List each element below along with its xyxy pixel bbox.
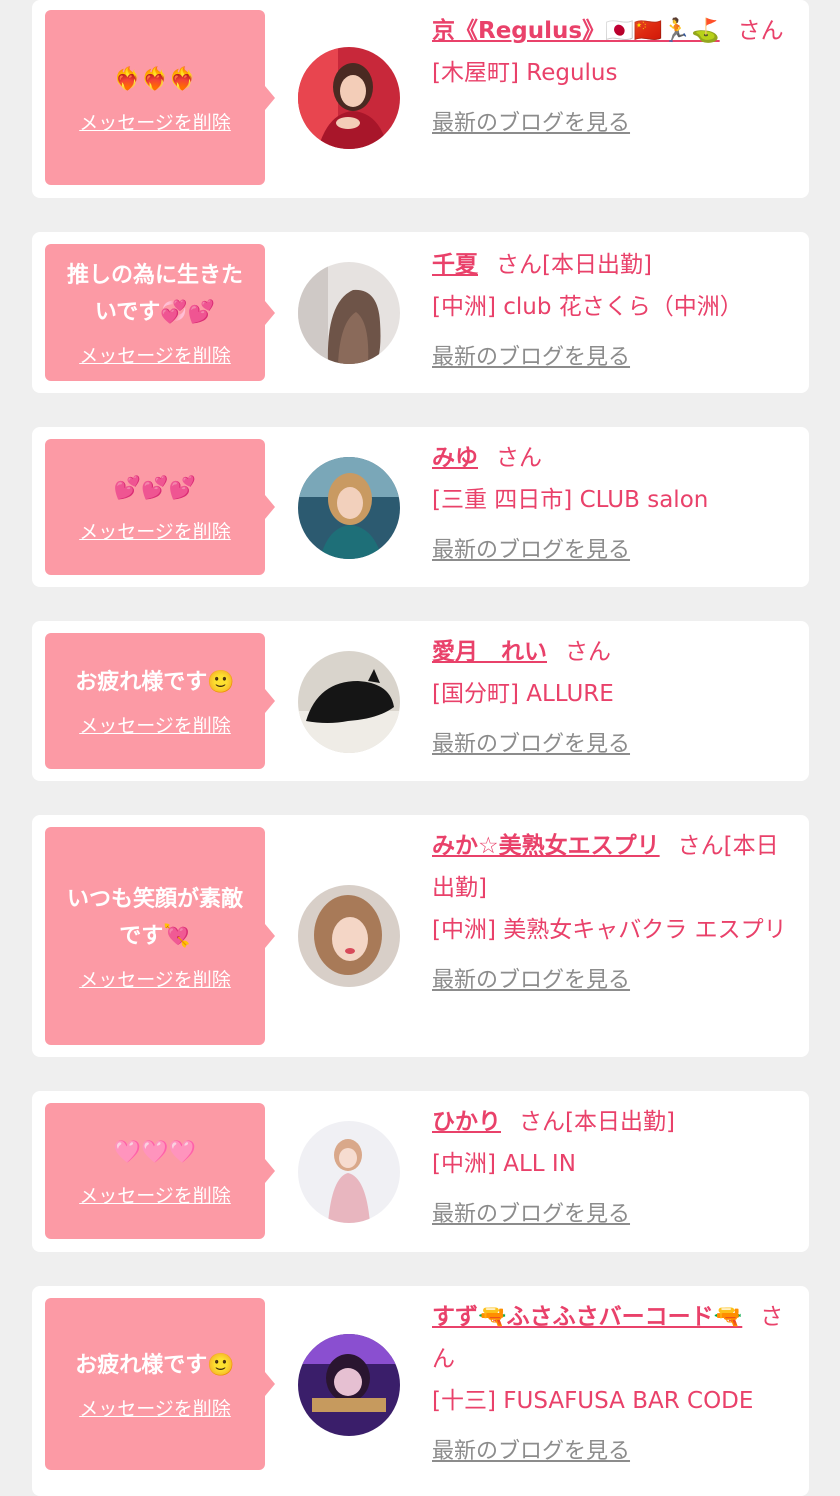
cast-name-link[interactable]: みゆ bbox=[432, 445, 478, 471]
delete-message-link[interactable]: メッセージを削除 bbox=[79, 711, 231, 738]
favorite-card: 推しの為に生きたいです💞💕 メッセージを削除 千夏 さん[本日出勤] [中洲] c… bbox=[32, 232, 809, 393]
shop-label: [中洲] ALL IN bbox=[432, 1151, 576, 1177]
favorite-card: ❤️‍🔥❤️‍🔥❤️‍🔥 メッセージを削除 京《Regulus》🇯🇵🇨🇳🏃⛳ さん… bbox=[32, 0, 809, 198]
entry-info: ひかり さん[本日出勤] [中洲] ALL IN 最新のブログを見る bbox=[432, 1101, 798, 1233]
view-blog-link[interactable]: 最新のブログを見る bbox=[432, 1197, 630, 1233]
cast-name-link[interactable]: みか☆美熟女エスプリ bbox=[432, 833, 660, 859]
message-text: いつも笑顔が素敵です💘 bbox=[66, 886, 243, 949]
view-blog-link[interactable]: 最新のブログを見る bbox=[432, 533, 630, 569]
woman-back-hair-photo-icon bbox=[298, 262, 400, 364]
avatar[interactable] bbox=[298, 262, 400, 364]
delete-message-link[interactable]: メッセージを削除 bbox=[79, 1394, 231, 1421]
cast-name-link[interactable]: 京《Regulus》🇯🇵🇨🇳🏃⛳ bbox=[432, 18, 720, 44]
avatar[interactable] bbox=[298, 1334, 400, 1436]
name-suffix: さん bbox=[496, 445, 542, 471]
woman-purple-light-photo-icon bbox=[298, 1334, 400, 1436]
view-blog-link[interactable]: 最新のブログを見る bbox=[432, 106, 630, 142]
delete-message-link[interactable]: メッセージを削除 bbox=[79, 341, 231, 368]
cast-name-link[interactable]: 愛月 れい bbox=[432, 639, 547, 665]
shop-label: [木屋町] Regulus bbox=[432, 60, 618, 86]
entry-info: 愛月 れい さん [国分町] ALLURE 最新のブログを見る bbox=[432, 631, 798, 763]
message-bubble: 💕💕💕 メッセージを削除 bbox=[45, 439, 275, 575]
name-suffix: さん bbox=[565, 639, 611, 665]
delete-message-link[interactable]: メッセージを削除 bbox=[79, 108, 231, 135]
avatar[interactable] bbox=[298, 885, 400, 987]
name-suffix: さん bbox=[737, 18, 784, 44]
woman-pink-dress-photo-icon bbox=[298, 1121, 400, 1223]
favorite-card: いつも笑顔が素敵です💘 メッセージを削除 みか☆美熟女エスプリ さん[本日出勤] … bbox=[32, 815, 809, 1057]
entry-info: 千夏 さん[本日出勤] [中洲] club 花さくら（中洲） 最新のブログを見る bbox=[432, 244, 798, 376]
message-bubble: いつも笑顔が素敵です💘 メッセージを削除 bbox=[45, 827, 275, 1045]
favorite-card: 🩷🩷🩷 メッセージを削除 ひかり さん[本日出勤] [中洲] ALL IN 最新の… bbox=[32, 1091, 809, 1252]
cast-name-link[interactable]: ひかり bbox=[432, 1109, 501, 1135]
name-suffix: さん[本日出勤] bbox=[496, 252, 652, 278]
message-bubble: お疲れ様です🙂 メッセージを削除 bbox=[45, 1298, 275, 1470]
woman-selfie-photo-icon bbox=[298, 885, 400, 987]
message-bubble: 🩷🩷🩷 メッセージを削除 bbox=[45, 1103, 275, 1239]
avatar[interactable] bbox=[298, 457, 400, 559]
shop-label: [中洲] club 花さくら（中洲） bbox=[432, 294, 743, 320]
shop-label: [十三] FUSAFUSA BAR CODE bbox=[432, 1388, 754, 1414]
avatar[interactable] bbox=[298, 1121, 400, 1223]
delete-message-link[interactable]: メッセージを削除 bbox=[79, 517, 231, 544]
message-bubble: お疲れ様です🙂 メッセージを削除 bbox=[45, 633, 275, 769]
name-suffix: さん[本日出勤] bbox=[519, 1109, 675, 1135]
message-text: 🩷🩷🩷 bbox=[113, 1140, 197, 1165]
view-blog-link[interactable]: 最新のブログを見る bbox=[432, 1434, 630, 1470]
black-cat-photo-icon bbox=[298, 651, 400, 753]
message-text: お疲れ様です🙂 bbox=[75, 1353, 235, 1378]
shop-label: [中洲] 美熟女キャバクラ エスプリ bbox=[432, 917, 787, 943]
message-text: お疲れ様です🙂 bbox=[75, 670, 235, 695]
view-blog-link[interactable]: 最新のブログを見る bbox=[432, 727, 630, 763]
message-text: 推しの為に生きたいです💞💕 bbox=[66, 263, 243, 325]
delete-message-link[interactable]: メッセージを削除 bbox=[79, 965, 231, 992]
favorite-card: 💕💕💕 メッセージを削除 みゆ さん [三重 四日市] CLUB salon 最新… bbox=[32, 427, 809, 587]
avatar[interactable] bbox=[298, 47, 400, 149]
favorite-card: お疲れ様です🙂 メッセージを削除 すず🔫ふさふさバーコード🔫 さん [十三] FU… bbox=[32, 1286, 809, 1496]
view-blog-link[interactable]: 最新のブログを見る bbox=[432, 963, 630, 999]
message-text: ❤️‍🔥❤️‍🔥❤️‍🔥 bbox=[113, 66, 197, 92]
message-bubble: 推しの為に生きたいです💞💕 メッセージを削除 bbox=[45, 244, 275, 381]
entry-info: すず🔫ふさふさバーコード🔫 さん [十三] FUSAFUSA BAR CODE 最… bbox=[432, 1296, 798, 1470]
shop-label: [三重 四日市] CLUB salon bbox=[432, 487, 709, 513]
shop-label: [国分町] ALLURE bbox=[432, 681, 614, 707]
entry-info: みか☆美熟女エスプリ さん[本日出勤] [中洲] 美熟女キャバクラ エスプリ 最新… bbox=[432, 825, 798, 999]
entry-info: 京《Regulus》🇯🇵🇨🇳🏃⛳ さん [木屋町] Regulus 最新のブログを… bbox=[432, 10, 798, 142]
cast-name-link[interactable]: 千夏 bbox=[432, 252, 478, 278]
delete-message-link[interactable]: メッセージを削除 bbox=[79, 1181, 231, 1208]
woman-red-dress-photo-icon bbox=[298, 47, 400, 149]
avatar[interactable] bbox=[298, 651, 400, 753]
message-bubble: ❤️‍🔥❤️‍🔥❤️‍🔥 メッセージを削除 bbox=[45, 10, 275, 185]
woman-blonde-photo-icon bbox=[298, 457, 400, 559]
cast-name-link[interactable]: すず🔫ふさふさバーコード🔫 bbox=[432, 1304, 742, 1330]
entry-info: みゆ さん [三重 四日市] CLUB salon 最新のブログを見る bbox=[432, 437, 798, 569]
message-text: 💕💕💕 bbox=[113, 476, 197, 501]
view-blog-link[interactable]: 最新のブログを見る bbox=[432, 340, 630, 376]
favorite-card: お疲れ様です🙂 メッセージを削除 愛月 れい さん [国分町] ALLURE 最新… bbox=[32, 621, 809, 781]
